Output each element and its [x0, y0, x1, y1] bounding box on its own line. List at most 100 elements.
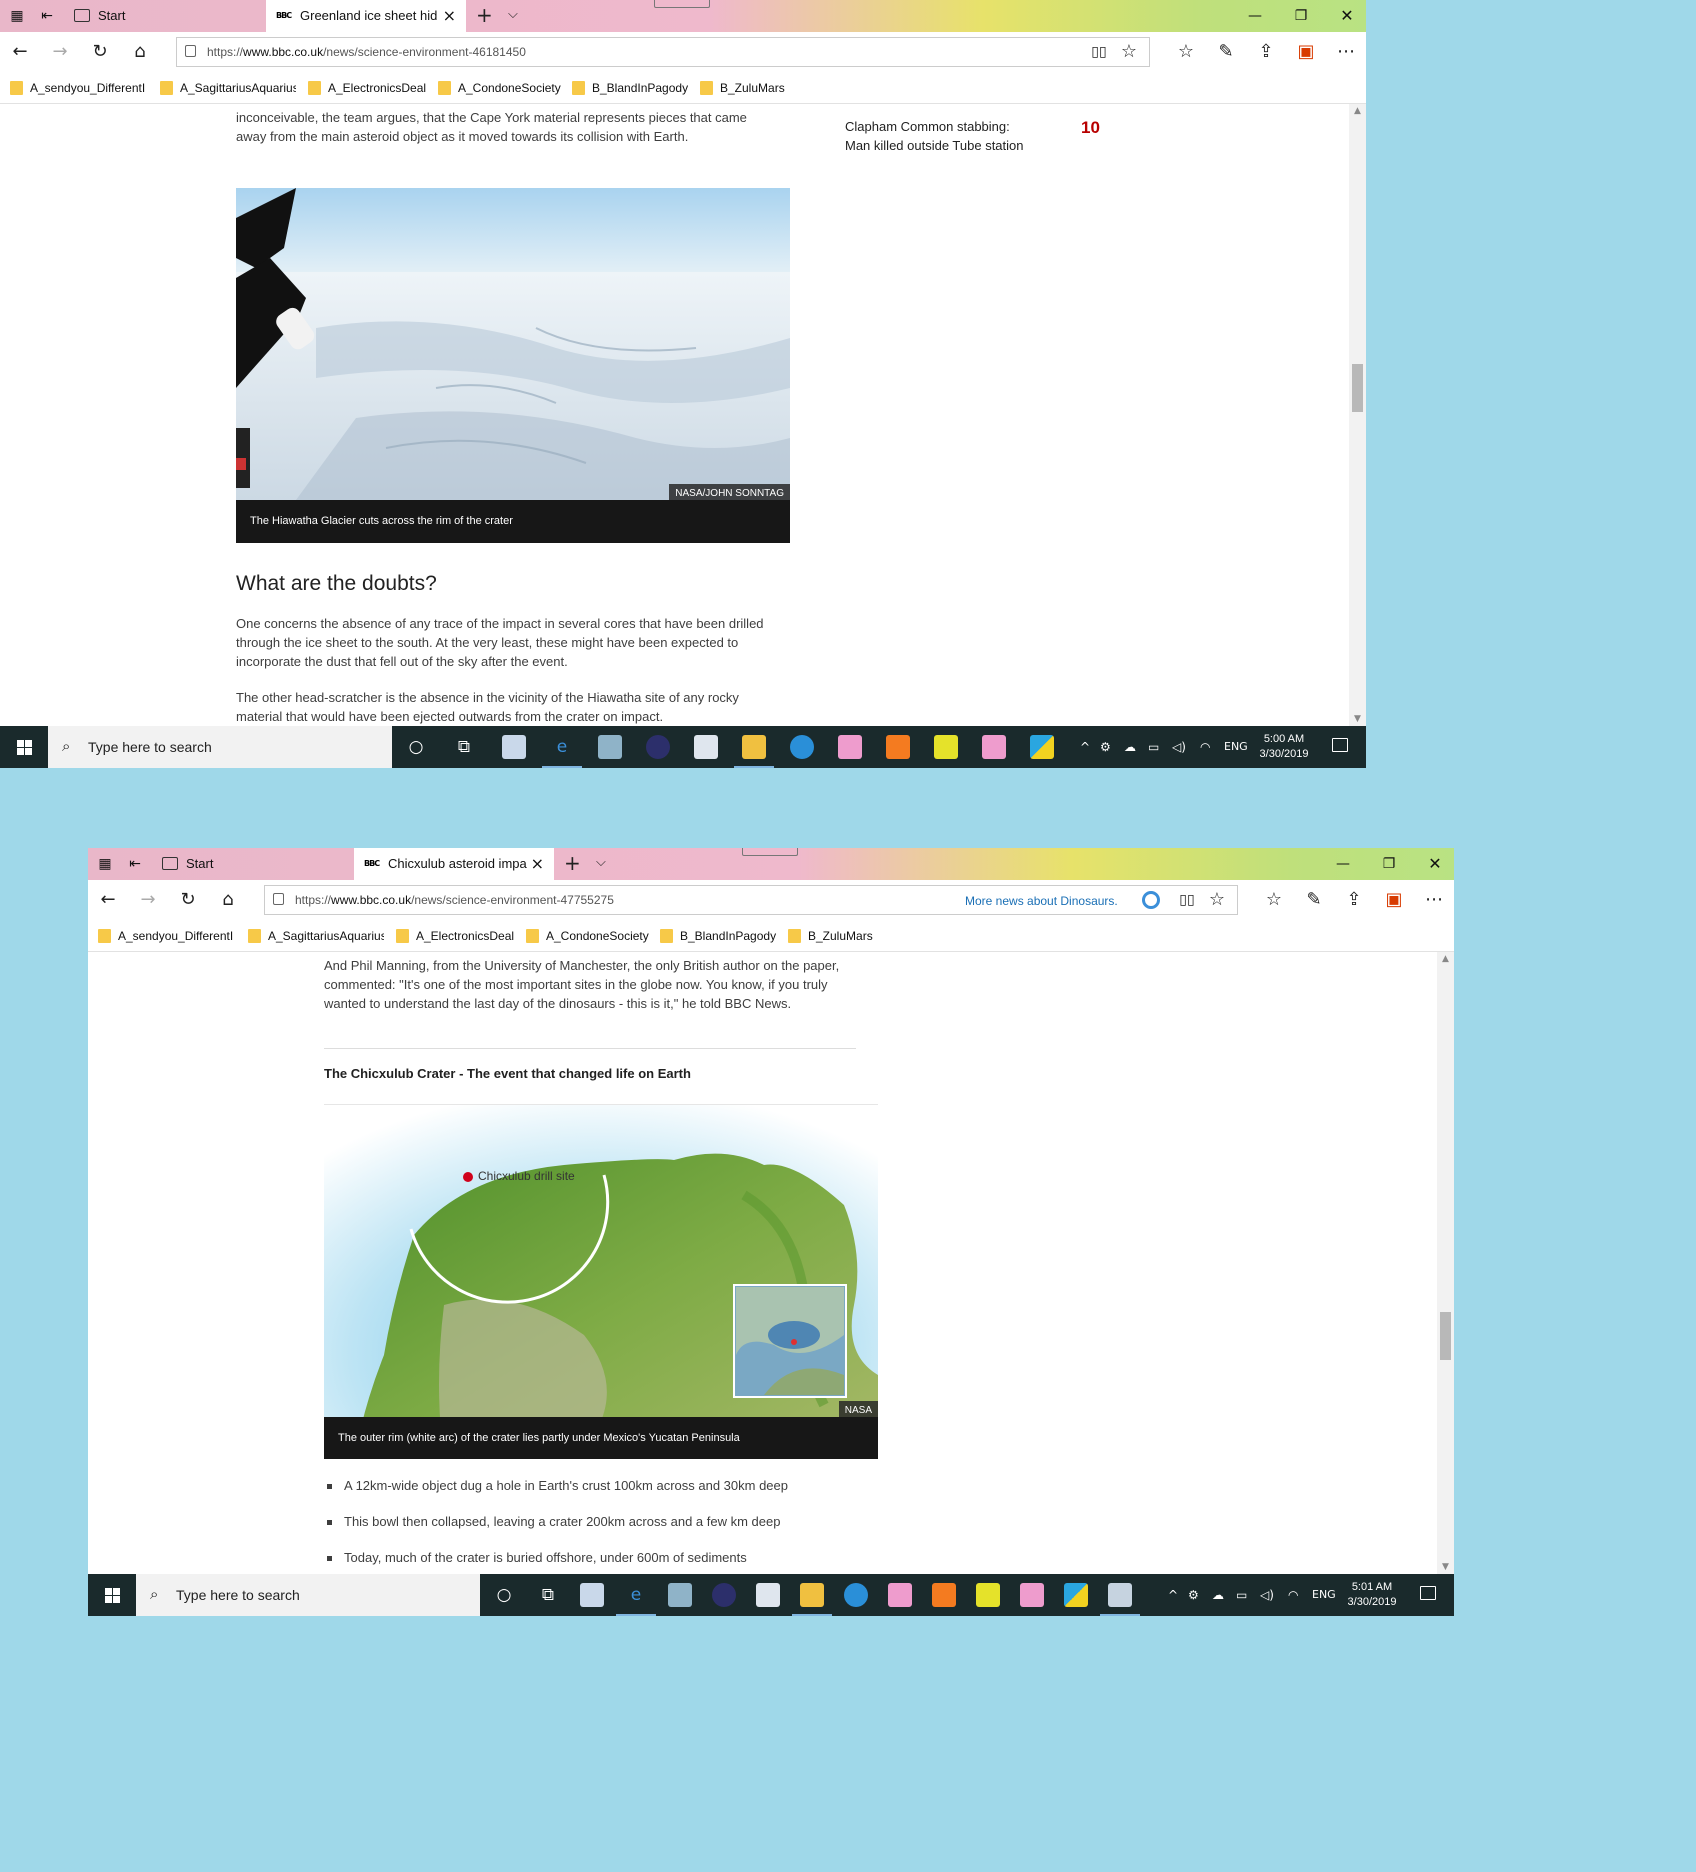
network-icon[interactable]: ☁ [1124, 726, 1136, 768]
minimize-icon[interactable]: — [1232, 0, 1278, 32]
close-window-icon[interactable]: ✕ [1324, 0, 1366, 32]
app-icon[interactable] [580, 1583, 604, 1607]
minimize-icon[interactable]: — [1320, 848, 1366, 880]
app-icon[interactable] [598, 735, 622, 759]
scroll-up-icon[interactable]: ▲ [1349, 104, 1366, 118]
drag-grip[interactable] [654, 0, 710, 8]
network-icon[interactable]: ☁ [1212, 1574, 1224, 1616]
share-icon[interactable]: ⇪ [1342, 888, 1366, 912]
set-aside-tabs-icon[interactable]: ⇤ [38, 7, 56, 25]
app-icon[interactable] [932, 1583, 956, 1607]
restore-icon[interactable]: ❐ [1366, 848, 1412, 880]
refresh-icon[interactable]: ↻ [88, 40, 112, 64]
book-icon[interactable]: ▯▯ [1175, 888, 1199, 912]
scrollbar[interactable]: ▲ ▼ [1349, 104, 1366, 726]
eclipse-icon[interactable] [646, 735, 670, 759]
app-icon[interactable] [888, 1583, 912, 1607]
clock[interactable]: 5:01 AM 3/30/2019 [1340, 1580, 1404, 1610]
file-explorer-icon[interactable] [792, 1583, 832, 1616]
edge-icon[interactable]: e [616, 1583, 656, 1616]
favorite-item[interactable]: A_CondoneSociety [438, 80, 578, 96]
share-icon[interactable]: ⇪ [1254, 40, 1278, 64]
volume-icon[interactable]: ◁) [1172, 726, 1186, 768]
favorites-list-icon[interactable]: ☆ [1174, 40, 1198, 64]
app-icon[interactable] [1064, 1583, 1088, 1607]
wifi-icon[interactable]: ◠ [1288, 1574, 1298, 1616]
chevron-down-icon[interactable]: ⌵ [596, 848, 606, 880]
tray-app-icon[interactable]: ⚙ [1188, 1574, 1199, 1616]
refresh-icon[interactable]: ↻ [176, 888, 200, 912]
home-icon[interactable]: ⌂ [216, 888, 240, 912]
ellipsis-icon[interactable]: ⋯ [1422, 888, 1446, 912]
taskbar-search[interactable]: ⌕ Type here to search [48, 726, 392, 768]
clock[interactable]: 5:00 AM 3/30/2019 [1252, 732, 1316, 762]
arrow-right-icon[interactable]: → [136, 888, 160, 912]
tab-start[interactable]: Start [64, 0, 264, 32]
notification-icon[interactable] [1332, 738, 1348, 752]
cortana-icon[interactable] [1142, 891, 1160, 909]
battery-icon[interactable]: ▭ [1236, 1574, 1247, 1616]
app-icon[interactable] [694, 735, 718, 759]
app-icon[interactable] [982, 735, 1006, 759]
wifi-icon[interactable]: ◠ [1200, 726, 1210, 768]
tab-greenland[interactable]: BBC Greenland ice sheet hid × [266, 0, 466, 32]
battery-icon[interactable]: ▭ [1148, 726, 1159, 768]
address-bar[interactable]: https://www.bbc.co.uk/news/science-envir… [264, 885, 1238, 915]
new-tab-icon[interactable]: + [564, 848, 581, 880]
favorite-item[interactable]: B_ZuluMars [788, 928, 888, 944]
chevron-down-icon[interactable]: ⌵ [508, 0, 518, 32]
app-icon[interactable] [668, 1583, 692, 1607]
notification-icon[interactable] [1420, 1586, 1436, 1600]
scroll-up-icon[interactable]: ▲ [1437, 952, 1454, 966]
favorite-item[interactable]: B_BlandInPagody [572, 80, 702, 96]
language-indicator[interactable]: ENG [1312, 1574, 1336, 1616]
new-tab-icon[interactable]: + [476, 0, 493, 32]
app-icon[interactable] [976, 1583, 1000, 1607]
language-indicator[interactable]: ENG [1224, 726, 1248, 768]
scrollbar[interactable]: ▲ ▼ [1437, 952, 1454, 1574]
edge-icon[interactable]: e [542, 735, 582, 768]
pen-icon[interactable]: ✎ [1214, 40, 1238, 64]
favorite-item[interactable]: A_SagittariusAquarius [248, 928, 384, 944]
eclipse-icon[interactable] [712, 1583, 736, 1607]
app-icon[interactable] [1020, 1583, 1044, 1607]
taskbar-search[interactable]: ⌕ Type here to search [136, 1574, 480, 1616]
tab-actions-icon[interactable]: ▦ [8, 7, 26, 25]
file-explorer-icon[interactable] [734, 735, 774, 768]
app-icon[interactable] [838, 735, 862, 759]
address-bar[interactable]: https://www.bbc.co.uk/news/science-envir… [176, 37, 1150, 67]
most-read-item[interactable]: Clapham Common stabbing: Man killed outs… [845, 117, 1035, 155]
ellipsis-icon[interactable]: ⋯ [1334, 40, 1358, 64]
cortana-icon[interactable]: ○ [492, 1583, 516, 1607]
chevron-up-icon[interactable]: ^ [1080, 726, 1090, 768]
url-text[interactable]: https://www.bbc.co.uk/news/science-envir… [295, 886, 614, 914]
start-button[interactable] [88, 1574, 136, 1616]
scroll-down-icon[interactable]: ▼ [1437, 1560, 1454, 1574]
star-icon[interactable]: ☆ [1205, 888, 1229, 912]
scroll-down-icon[interactable]: ▼ [1349, 712, 1366, 726]
url-text[interactable]: https://www.bbc.co.uk/news/science-envir… [207, 38, 526, 66]
favorite-item[interactable]: A_sendyou_DifferentI [98, 928, 236, 944]
drag-grip[interactable] [742, 848, 798, 856]
book-icon[interactable]: ▯▯ [1087, 40, 1111, 64]
favorites-list-icon[interactable]: ☆ [1262, 888, 1286, 912]
arrow-left-icon[interactable]: ← [96, 888, 120, 912]
favorite-item[interactable]: A_sendyou_DifferentI [10, 80, 148, 96]
office-icon[interactable]: ▣ [1382, 888, 1406, 912]
office-icon[interactable]: ▣ [1294, 40, 1318, 64]
chevron-up-icon[interactable]: ^ [1168, 1574, 1178, 1616]
tab-actions-icon[interactable]: ▦ [96, 855, 114, 873]
scroll-thumb[interactable] [1440, 1312, 1451, 1360]
start-button[interactable] [0, 726, 48, 768]
close-tab-icon[interactable]: × [531, 848, 544, 880]
close-tab-icon[interactable]: × [443, 0, 456, 32]
favorite-item[interactable]: A_CondoneSociety [526, 928, 666, 944]
favorite-item[interactable]: B_ZuluMars [700, 80, 800, 96]
favorite-item[interactable]: A_ElectronicsDeal [308, 80, 438, 96]
restore-icon[interactable]: ❐ [1278, 0, 1324, 32]
app-icon[interactable] [790, 735, 814, 759]
scroll-thumb[interactable] [1352, 364, 1363, 412]
app-icon[interactable] [934, 735, 958, 759]
tray-app-icon[interactable]: ⚙ [1100, 726, 1111, 768]
paint-icon[interactable] [1100, 1583, 1140, 1616]
